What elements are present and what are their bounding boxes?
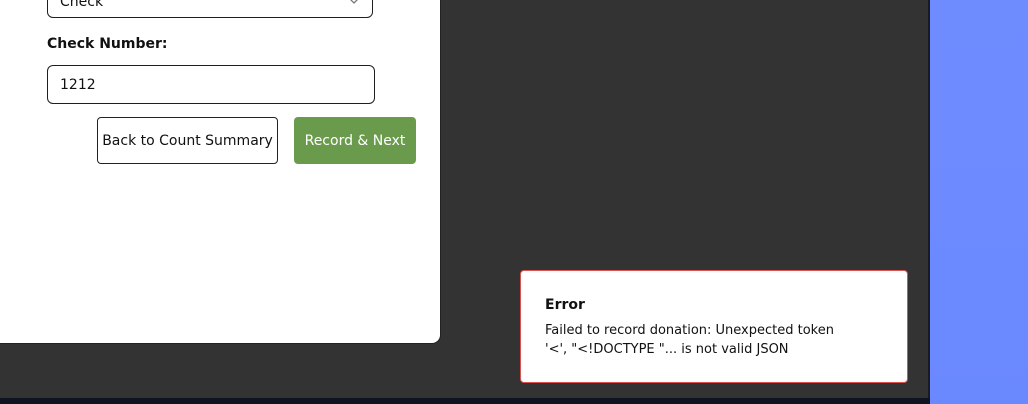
error-toast-message: Failed to record donation: Unexpected to… <box>545 323 834 357</box>
app-stage: Check Check Number: Back to Count Summar… <box>0 0 1028 404</box>
check-number-label: Check Number: <box>47 36 168 52</box>
chevron-down-icon <box>350 0 358 4</box>
error-toast: Error Failed to record donation: Unexpec… <box>520 270 908 383</box>
payment-method-value: Check <box>60 0 104 10</box>
record-and-next-button[interactable]: Record & Next <box>294 117 416 164</box>
background-accent-band <box>930 0 1028 404</box>
payment-method-select[interactable]: Check <box>47 0 373 18</box>
error-toast-title: Error <box>545 297 585 313</box>
donation-form-panel: Check Check Number: Back to Count Summar… <box>0 0 440 343</box>
back-to-count-summary-button[interactable]: Back to Count Summary <box>97 117 278 164</box>
check-number-input[interactable] <box>47 65 375 104</box>
bottom-edge <box>0 398 930 404</box>
